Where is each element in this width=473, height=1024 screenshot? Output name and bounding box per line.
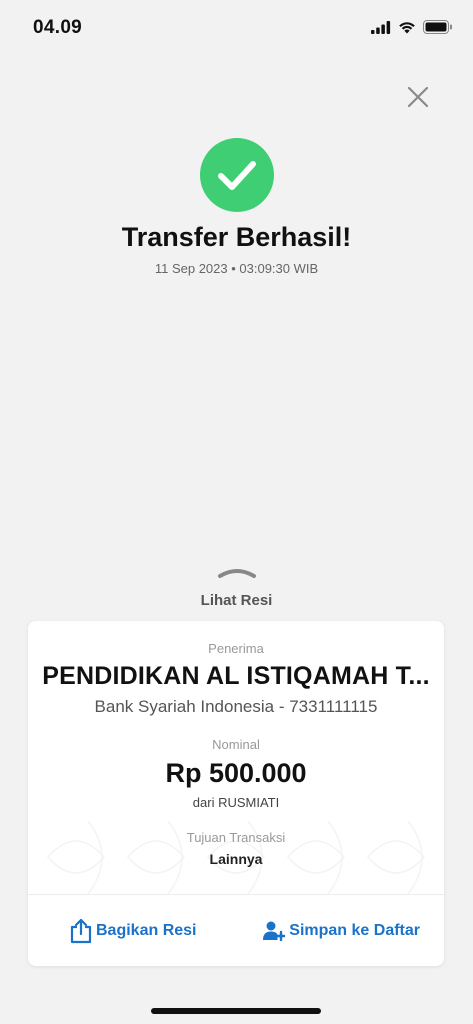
save-to-list-label[interactable]: Simpan ke Daftar [289,922,420,940]
sender-name: dari RUSMIATI [192,795,280,810]
save-to-list-button[interactable]: Simpan ke Daftar [263,921,420,941]
view-receipt-label[interactable]: Lihat Resi [0,592,473,609]
cellular-signal-icon [371,20,391,34]
nominal-label: Nominal [212,737,260,752]
home-indicator[interactable] [151,1008,321,1014]
share-receipt-label[interactable]: Bagikan Resi [96,922,196,940]
wifi-icon [399,21,415,33]
share-receipt-button[interactable]: Bagikan Resi [70,918,196,944]
close-icon[interactable] [407,86,429,108]
chevron-up-icon[interactable] [217,565,257,579]
receipt-actions: Bagikan Resi Simpan ke Daftar [28,895,444,966]
receipt-card: Penerima PENDIDIKAN AL ISTIQAMAH T... Ba… [28,621,444,966]
battery-icon [423,20,452,34]
recipient-label: Penerima [208,641,264,656]
check-circle-icon [199,138,274,212]
recipient-bank-account: Bank Syariah Indonesia - 7331111115 [94,697,378,716]
success-section: Transfer Berhasil! 11 Sep 2023 • 03:09:3… [0,138,473,276]
success-title: Transfer Berhasil! [121,222,352,252]
view-receipt-toggle[interactable]: Lihat Resi [0,565,473,609]
transfer-amount: Rp 500.000 [165,758,307,788]
status-icons [371,20,453,34]
close-button[interactable] [407,86,429,108]
status-bar: 04.09 [0,0,473,54]
transaction-datetime: 11 Sep 2023 • 03:09:30 WIB [154,261,319,276]
transaction-purpose: Lainnya [209,851,263,867]
recipient-name: PENDIDIKAN AL ISTIQAMAH T... [42,662,430,690]
purpose-label: Tujuan Transaksi [186,830,286,845]
status-time: 04.09 [33,17,83,38]
add-person-icon[interactable] [263,921,286,941]
share-icon[interactable] [70,918,92,944]
